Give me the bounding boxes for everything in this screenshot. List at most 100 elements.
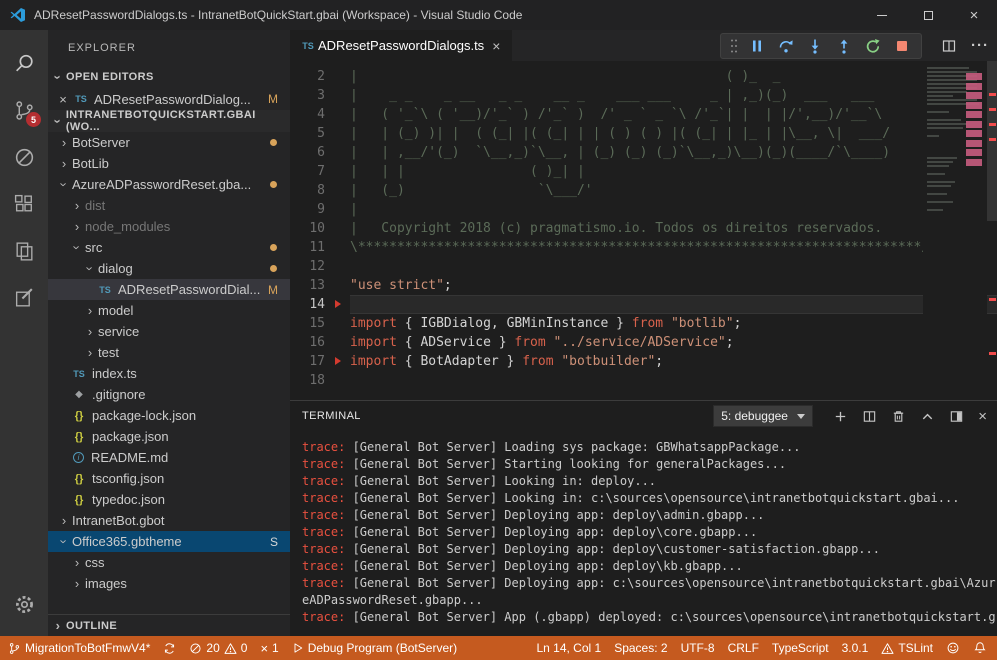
line-number[interactable]: 9 [290, 200, 325, 219]
split-editor-icon[interactable] [941, 38, 957, 54]
line-number[interactable]: 2 [290, 67, 325, 86]
tree-item-src[interactable]: ›src [48, 237, 290, 258]
git-branch-status[interactable]: MigrationToBotFmwV4* [8, 641, 150, 655]
editor-gutter[interactable]: 23456789101112131415161718 [290, 61, 350, 400]
maximize-panel-icon[interactable] [920, 409, 935, 424]
line-number[interactable]: 15 [290, 314, 325, 333]
restart-button[interactable] [858, 38, 887, 54]
close-button[interactable]: × [951, 0, 997, 30]
tree-item-gitignore[interactable]: ◆.gitignore [48, 384, 290, 405]
line-number[interactable]: 6 [290, 143, 325, 162]
tree-item-package-lock-json[interactable]: {}package-lock.json [48, 405, 290, 426]
line-number[interactable]: 12 [290, 257, 325, 276]
line-number[interactable]: 11 [290, 238, 325, 257]
tree-item-images[interactable]: ›images [48, 573, 290, 594]
outline-header[interactable]: › OUTLINE [48, 614, 290, 636]
line-number[interactable]: 8 [290, 181, 325, 200]
tree-item-botserver[interactable]: ›BotServer [48, 132, 290, 153]
tree-item-botlib[interactable]: ›BotLib [48, 153, 290, 174]
editor-code[interactable]: | ( )_ _ || _ _ _ __ _ _ __ _ ___ ___ _ … [350, 61, 997, 400]
problems-status[interactable]: 20 0 [189, 641, 247, 655]
extra-count-status[interactable]: × 1 [260, 641, 278, 655]
tree-item-readme-md[interactable]: iREADME.md [48, 447, 290, 468]
source-control-icon[interactable]: 5 [0, 87, 48, 134]
line-number[interactable]: 4 [290, 105, 325, 124]
close-tab-icon[interactable]: × [490, 38, 502, 54]
code-line: | | (_) )| | ( (_| |( (_| | | ( ) ( ) |(… [350, 124, 997, 143]
line-number[interactable]: 13 [290, 276, 325, 295]
line-number[interactable]: 16 [290, 333, 325, 352]
stop-button[interactable] [887, 38, 916, 54]
maximize-button[interactable] [905, 0, 951, 30]
language-status[interactable]: TypeScript [772, 641, 829, 655]
tree-item-azureadpasswordreset-gba[interactable]: ›AzureADPasswordReset.gba... [48, 174, 290, 195]
files-icon[interactable] [0, 228, 48, 275]
scrollbar-thumb[interactable] [987, 61, 997, 221]
minimap[interactable] [923, 61, 987, 400]
eol-status[interactable]: CRLF [728, 641, 759, 655]
more-actions-icon[interactable]: ··· [971, 37, 989, 54]
debug-icon[interactable] [0, 134, 48, 181]
ts-version-status[interactable]: 3.0.1 [842, 641, 869, 655]
line-number[interactable]: 5 [290, 124, 325, 143]
tree-item-test[interactable]: ›test [48, 342, 290, 363]
line-number[interactable]: 14 [290, 295, 325, 314]
tree-item-dist[interactable]: ›dist [48, 195, 290, 216]
extensions-icon[interactable] [0, 181, 48, 228]
terminal-tab[interactable]: TERMINAL [302, 410, 361, 422]
minimap-highlight [966, 149, 982, 156]
workspace-header[interactable]: › INTRANETBOTQUICKSTART.GBAI (WO... [48, 110, 290, 132]
terminal-selector[interactable]: 5: debuggee [713, 405, 813, 427]
line-number[interactable]: 7 [290, 162, 325, 181]
edit-icon[interactable] [0, 275, 48, 322]
overview-ruler[interactable] [987, 61, 997, 400]
tree-item-service[interactable]: ›service [48, 321, 290, 342]
minimap-line [927, 185, 951, 187]
tab-actions: ··· [941, 30, 989, 61]
tree-item-label: Office365.gbtheme [72, 534, 182, 549]
tree-item-package-json[interactable]: {}package.json [48, 426, 290, 447]
sync-status[interactable] [163, 642, 176, 655]
encoding-status[interactable]: UTF-8 [681, 641, 715, 655]
kill-terminal-icon[interactable] [891, 409, 906, 424]
line-number[interactable]: 18 [290, 371, 325, 390]
tslint-status[interactable]: TSLint [881, 641, 933, 655]
search-icon[interactable] [0, 40, 48, 87]
indentation-status[interactable]: Spaces: 2 [614, 641, 667, 655]
split-terminal-icon[interactable] [862, 409, 877, 424]
close-panel-icon[interactable]: × [978, 408, 987, 425]
line-number[interactable]: 10 [290, 219, 325, 238]
open-editors-header[interactable]: › OPEN EDITORS [48, 66, 290, 88]
line-number[interactable]: 3 [290, 86, 325, 105]
tree-item-index-ts[interactable]: TSindex.ts [48, 363, 290, 384]
line-number[interactable]: 17 [290, 352, 325, 371]
settings-gear-icon[interactable] [0, 581, 48, 628]
pause-button[interactable] [742, 38, 771, 54]
debug-status[interactable]: Debug Program (BotServer) [292, 641, 457, 655]
open-editor-item[interactable]: × TS ADResetPasswordDialog... M [48, 88, 290, 110]
code-editor[interactable]: 23456789101112131415161718 | ( )_ _ || _… [290, 61, 997, 400]
step-out-button[interactable] [829, 38, 858, 54]
close-editor-icon[interactable]: × [56, 92, 70, 107]
cursor-position-status[interactable]: Ln 14, Col 1 [536, 641, 601, 655]
step-over-button[interactable] [771, 38, 800, 54]
feedback-smiley-icon[interactable] [946, 641, 960, 655]
terminal-output[interactable]: trace: [General Bot Server] Loading sys … [290, 431, 997, 636]
tree-item-tsconfig-json[interactable]: {}tsconfig.json [48, 468, 290, 489]
tab-adresetpassworddialogs[interactable]: TS ADResetPasswordDialogs.ts × [290, 30, 512, 61]
tree-item-typedoc-json[interactable]: {}typedoc.json [48, 489, 290, 510]
tree-item-label: BotLib [72, 156, 109, 171]
panel-position-icon[interactable] [949, 409, 964, 424]
drag-handle-icon[interactable] [726, 38, 742, 54]
tree-item-model[interactable]: ›model [48, 300, 290, 321]
tree-item-office365-gbtheme[interactable]: ›Office365.gbthemeS [48, 531, 290, 552]
tree-item-intranetbot-gbot[interactable]: ›IntranetBot.gbot [48, 510, 290, 531]
tree-item-node-modules[interactable]: ›node_modules [48, 216, 290, 237]
notifications-bell-icon[interactable] [973, 641, 987, 655]
step-into-button[interactable] [800, 38, 829, 54]
new-terminal-icon[interactable] [833, 409, 848, 424]
tree-item-css[interactable]: ›css [48, 552, 290, 573]
minimize-button[interactable] [859, 0, 905, 30]
tree-item-dialog[interactable]: ›dialog [48, 258, 290, 279]
tree-item-adresetpassworddial[interactable]: TSADResetPasswordDial...M [48, 279, 290, 300]
